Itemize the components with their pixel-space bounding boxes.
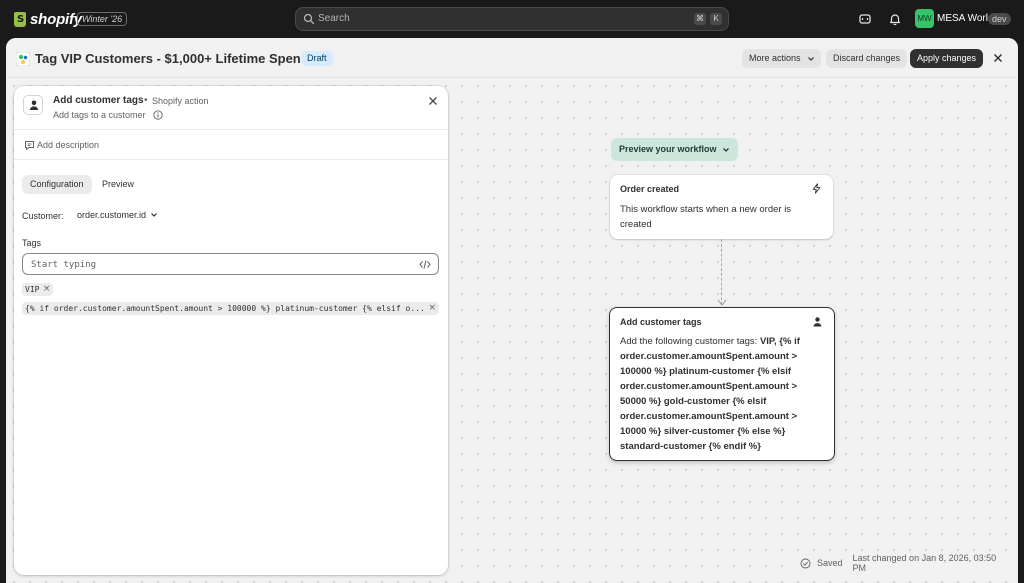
info-icon[interactable] xyxy=(153,110,163,120)
search-placeholder: Search xyxy=(318,13,350,24)
discard-changes-button[interactable]: Discard changes xyxy=(826,49,908,68)
check-circle-icon xyxy=(800,558,811,568)
action-description-prefix: Add the following customer tags: xyxy=(620,336,760,347)
last-changed-timestamp: Last changed on Jan 8, 2026, 03:50 PM xyxy=(852,553,997,573)
save-status: Saved Last changed on Jan 8, 2026, 03:50… xyxy=(794,552,1018,574)
remove-tag-icon[interactable]: × xyxy=(43,283,51,296)
preview-workflow-button[interactable]: Preview your workflow xyxy=(611,138,738,161)
step-title: Add customer tags xyxy=(53,95,144,106)
person-icon xyxy=(813,317,822,327)
close-icon[interactable] xyxy=(991,51,1005,65)
remove-tag-icon[interactable]: × xyxy=(428,302,436,315)
arrow-down-icon xyxy=(717,299,727,307)
customer-selector[interactable]: order.customer.id xyxy=(77,210,158,220)
add-description-label: Add description xyxy=(37,140,100,150)
person-icon xyxy=(29,100,39,110)
action-tags-text: VIP, {% if order.customer.amountSpent.am… xyxy=(620,336,800,452)
avatar[interactable]: MW xyxy=(915,9,934,28)
bolt-icon xyxy=(812,183,821,194)
code-icon[interactable] xyxy=(419,259,431,270)
panel-header: Add customer tags • Shopify action Add t… xyxy=(14,86,448,130)
store-name[interactable]: MESA World xyxy=(937,13,994,24)
tags-input[interactable]: Start typing xyxy=(22,253,439,275)
tab-preview[interactable]: Preview xyxy=(94,175,142,194)
tag-chip-liquid: {% if order.customer.amountSpent.amount … xyxy=(22,302,439,315)
tab-configuration[interactable]: Configuration xyxy=(22,175,92,194)
action-description: Add the following customer tags: VIP, {%… xyxy=(620,334,826,454)
shopify-logo[interactable]: shopify xyxy=(14,11,82,28)
app-frame: Tag VIP Customers - $1,000+ Lifetime Spe… xyxy=(6,38,1018,583)
comment-icon xyxy=(25,141,34,150)
chevron-down-icon xyxy=(807,57,814,61)
apply-changes-button[interactable]: Apply changes xyxy=(910,49,984,68)
panel-close-icon[interactable] xyxy=(427,95,439,107)
logo-text: shopify xyxy=(30,11,82,28)
step-config-panel: Add customer tags • Shopify action Add t… xyxy=(14,86,448,575)
more-actions-button[interactable]: More actions xyxy=(742,49,821,68)
search-input[interactable]: Search ⌘ K xyxy=(295,7,729,31)
top-bar: shopify Winter '26 Search ⌘ K MW MESA Wo… xyxy=(0,0,1024,38)
tags-label: Tags xyxy=(22,238,42,248)
trigger-description: This workflow starts when a new order is… xyxy=(620,204,792,230)
tags-placeholder: Start typing xyxy=(31,260,97,270)
search-icon xyxy=(303,13,315,25)
trigger-title: Order created xyxy=(620,184,680,194)
title-separator: • xyxy=(144,95,148,106)
tag-chip-text: VIP xyxy=(25,285,40,294)
chevron-down-icon xyxy=(722,147,729,152)
page-header: Tag VIP Customers - $1,000+ Lifetime Spe… xyxy=(6,38,1018,78)
edition-badge[interactable]: Winter '26 xyxy=(77,12,128,26)
add-description-link[interactable]: Add description xyxy=(14,130,448,160)
cart-icon[interactable] xyxy=(858,12,872,26)
shopify-bag-icon xyxy=(14,12,26,27)
customer-label: Customer: xyxy=(22,211,64,221)
chevron-down-icon xyxy=(151,213,157,217)
action-title: Add customer tags xyxy=(620,317,702,327)
page-title: Tag VIP Customers - $1,000+ Lifetime Spe… xyxy=(35,51,309,66)
customer-value: order.customer.id xyxy=(77,210,147,220)
step-subtitle: Add tags to a customer xyxy=(53,110,146,120)
shortcut-key-k: K xyxy=(710,13,722,25)
action-node[interactable]: Add customer tags Add the following cust… xyxy=(609,307,835,461)
dev-badge: dev xyxy=(988,13,1011,25)
status-badge: Draft xyxy=(301,51,333,66)
step-source: Shopify action xyxy=(152,96,209,106)
preview-workflow-label: Preview your workflow xyxy=(619,144,717,154)
tag-chip-vip: VIP × xyxy=(22,283,54,296)
tag-chip-text: {% if order.customer.amountSpent.amount … xyxy=(25,304,425,313)
more-actions-label: More actions xyxy=(749,53,801,63)
saved-label: Saved xyxy=(816,558,843,568)
flow-app-icon xyxy=(16,52,30,66)
connector-line xyxy=(721,239,722,305)
trigger-node[interactable]: Order created This workflow starts when … xyxy=(610,175,833,239)
bell-icon[interactable] xyxy=(888,12,902,26)
step-icon xyxy=(23,95,43,115)
shortcut-key-cmd: ⌘ xyxy=(694,13,706,25)
